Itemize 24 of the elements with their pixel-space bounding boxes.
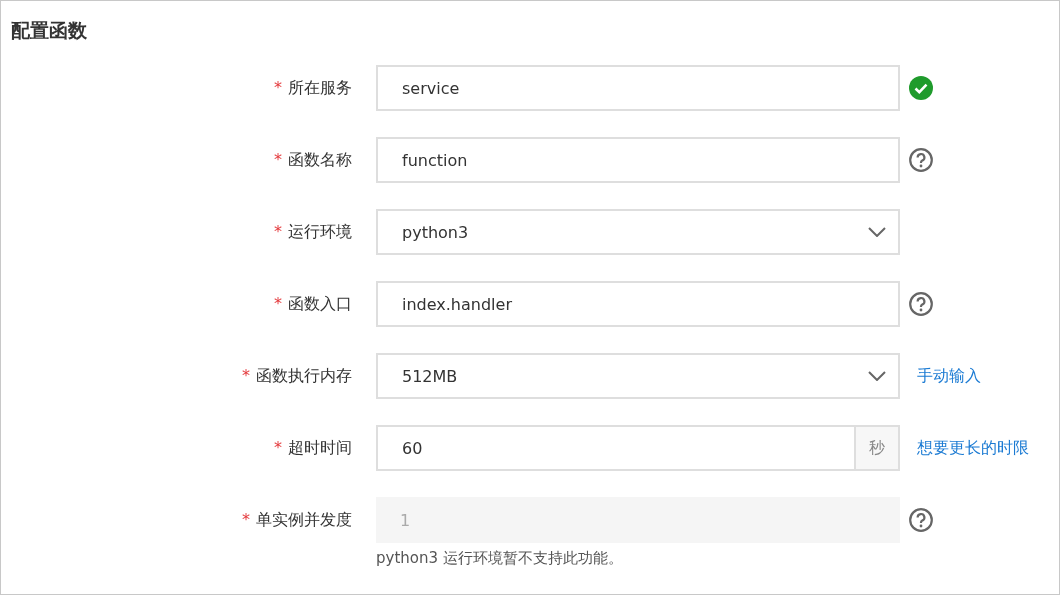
link[interactable]: 手动输入: [917, 365, 981, 387]
help-icon[interactable]: [909, 508, 933, 532]
text-field[interactable]: index.handler: [376, 281, 900, 327]
field-label: * 函数名称: [274, 149, 352, 171]
hint-text: python3 运行环境暂不支持此功能。: [376, 549, 624, 568]
field-label: * 运行环境: [274, 221, 352, 243]
text-field[interactable]: 60 秒: [376, 425, 900, 471]
field-label: * 函数执行内存: [242, 365, 352, 387]
chevron-down-icon: [868, 371, 886, 381]
text-field[interactable]: function: [376, 137, 900, 183]
text-field[interactable]: service: [376, 65, 900, 111]
link[interactable]: 想要更长的时限: [917, 437, 1029, 459]
section-title: 配置函数: [11, 18, 87, 43]
help-icon[interactable]: [909, 148, 933, 172]
check-circle-icon: [909, 76, 933, 100]
help-icon[interactable]: [909, 292, 933, 316]
unit-label: 秒: [854, 427, 898, 469]
field-label: * 函数入口: [274, 293, 352, 315]
field-label: * 单实例并发度: [242, 509, 352, 531]
field-label: * 超时时间: [274, 437, 352, 459]
field-label: * 所在服务: [274, 77, 352, 99]
select-field[interactable]: python3: [376, 209, 900, 255]
select-field[interactable]: 512MB: [376, 353, 900, 399]
chevron-down-icon: [868, 227, 886, 237]
